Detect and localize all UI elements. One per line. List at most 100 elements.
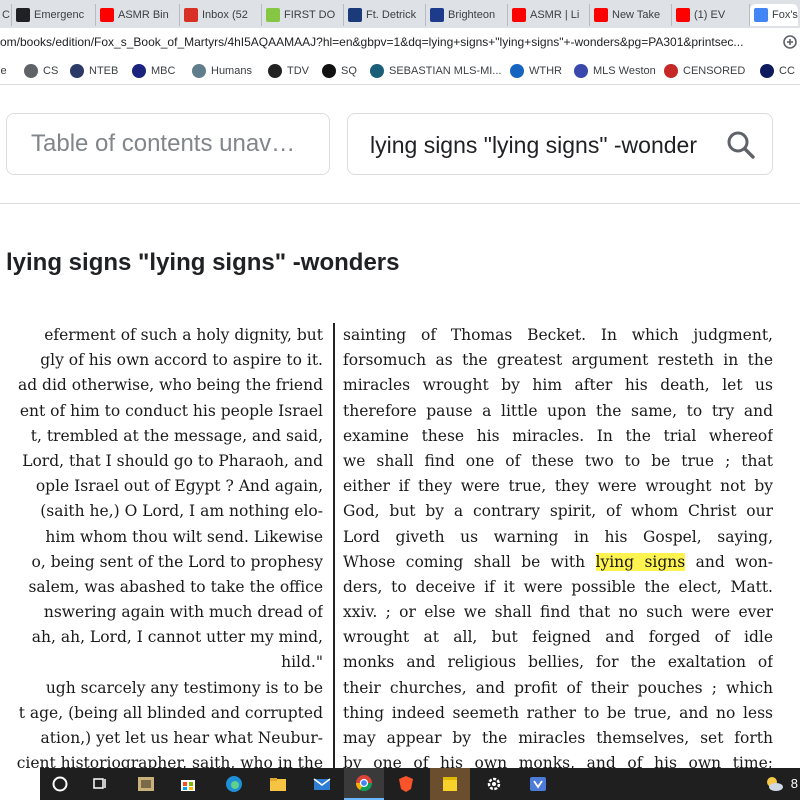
cc-icon <box>760 64 774 78</box>
bookmarks-bar: le CS NTEB MBC Humans TDV SQ SEBASTIAN MLS-MI..… <box>0 58 800 85</box>
text-segment: forsomuch as the greatest argument reste… <box>343 351 773 370</box>
bookmark-item[interactable]: Humans <box>192 62 252 80</box>
address-bar[interactable]: om/books/edition/Fox_s_Book_of_Martyrs/4… <box>0 28 800 58</box>
bookmark-item[interactable]: NTEB <box>70 62 118 80</box>
left-text-line: t, trembled at the message, and said, <box>30 426 323 445</box>
microsoft-store-icon[interactable] <box>168 768 208 800</box>
chrome-browser-icon[interactable] <box>344 768 384 800</box>
tab-title: FIRST DO <box>284 9 336 21</box>
bookmark-item[interactable]: MLS Weston <box>574 62 656 80</box>
browser-tab[interactable]: (1) EV <box>672 4 750 26</box>
task-view-icon[interactable] <box>80 768 120 800</box>
youtube-icon <box>594 8 608 22</box>
link-icon <box>24 64 38 78</box>
table-of-contents-dropdown[interactable]: Table of contents unav… <box>6 113 330 175</box>
text-segment: may appear by the miracles themselves, s… <box>343 729 773 747</box>
text-segment: God, but by a contrary spirit, of whom C… <box>343 502 773 521</box>
bookmark-label: MLS Weston <box>593 65 656 77</box>
right-text-line: therefore pause a little upon the same, … <box>343 399 773 424</box>
left-text-line: ople Israel out of Egypt ? And again, <box>35 477 323 496</box>
search-results-heading: lying signs "lying signs" -wonders <box>6 249 400 276</box>
book-page-view[interactable]: eferment of such a holy dignity, but gly … <box>0 323 800 768</box>
search-match-highlight[interactable]: lying signs <box>595 552 686 571</box>
left-text-line: gly of his own accord to aspire to it. <box>40 351 323 370</box>
visual-studio-icon[interactable] <box>518 768 558 800</box>
browser-tab[interactable]: Ft. Detrick <box>344 4 426 26</box>
s-icon <box>16 8 30 22</box>
weather-sun-cloud-icon[interactable] <box>754 768 794 800</box>
right-text-line: sainting of Thomas Becket. In which judg… <box>343 323 773 348</box>
brave-browser-icon[interactable] <box>386 768 426 800</box>
left-text-line: salem, was abashed to take the office <box>28 577 323 596</box>
text-segment: therefore pause a little upon the same, … <box>343 401 773 420</box>
sebastian-icon <box>370 64 384 78</box>
sticky-notes-icon[interactable] <box>430 768 470 800</box>
url-text[interactable]: om/books/edition/Fox_s_Book_of_Martyrs/4… <box>0 35 782 49</box>
youtube-icon <box>512 8 526 22</box>
browser-tab[interactable]: Brighteon <box>426 4 508 26</box>
search-input[interactable] <box>368 128 722 162</box>
left-text-line: cient historiographer, saith, who in the <box>16 754 323 768</box>
bookmark-item[interactable]: WTHR <box>510 62 562 80</box>
browser-tab[interactable]: FIRST DO <box>262 4 344 26</box>
left-text-line: him whom thou wilt send. Likewise <box>45 527 323 546</box>
browser-tab[interactable]: C <box>0 4 12 26</box>
left-text-line: eferment of such a holy dignity, but <box>44 326 323 344</box>
bookmark-item[interactable]: le <box>0 62 7 80</box>
bookmark-item[interactable]: MBC <box>132 62 175 80</box>
left-text-line: ation,) yet let us hear what Neubur- <box>40 729 323 747</box>
text-segment: ders, to deceive if it were possible the… <box>343 577 773 596</box>
bookmark-label: WTHR <box>529 65 562 77</box>
right-text-line: their churches, and profit of their pouc… <box>343 676 773 701</box>
censored-icon <box>664 64 678 78</box>
right-text-line: by one of his own monks, and of his own … <box>343 751 773 768</box>
news-icon <box>348 8 362 22</box>
edge-browser-icon[interactable] <box>214 768 254 800</box>
left-text-line: hild." <box>281 653 323 672</box>
bookmark-item[interactable]: SQ <box>322 62 357 80</box>
left-text-line: ah, ah, Lord, I cannot utter my mind, <box>31 628 323 647</box>
left-text-line: (saith he,) O Lord, I am nothing elo- <box>40 502 323 521</box>
settings-gear-icon[interactable] <box>474 768 514 800</box>
search-icon[interactable] <box>726 130 756 160</box>
text-segment: thing indeed seemeth rather to be true, … <box>343 703 773 722</box>
extension-icon[interactable] <box>782 34 798 50</box>
right-text-column: sainting of Thomas Becket. In which judg… <box>343 323 773 768</box>
text-segment: examine these his miracles. In the trial… <box>343 426 773 445</box>
browser-tab[interactable]: New Take <box>590 4 672 26</box>
mail-icon[interactable] <box>302 768 342 800</box>
right-text-line: either if they were true, they were wrou… <box>343 474 773 499</box>
bookmark-item[interactable]: CC <box>760 62 795 80</box>
right-text-line: God, but by a contrary spirit, of whom C… <box>343 499 773 524</box>
browser-tab[interactable]: ASMR | Li <box>508 4 590 26</box>
file-explorer-icon[interactable] <box>258 768 298 800</box>
bookmark-item[interactable]: SEBASTIAN MLS-MI... <box>370 62 501 80</box>
right-text-line: we shall find one of these two to be tru… <box>343 449 773 474</box>
bookmark-label: CC <box>779 65 795 77</box>
browser-tab[interactable]: Fox's <box>750 4 798 26</box>
bookmark-item[interactable]: CS <box>24 62 58 80</box>
text-segment: miracles wrought by him after his death,… <box>343 376 773 395</box>
text-segment: their churches, and profit of their pouc… <box>343 678 773 697</box>
left-text-line: Lord, that I should go to Pharaoh, and <box>22 451 323 470</box>
browser-tab[interactable]: Emergenc <box>12 4 96 26</box>
browser-tab[interactable]: Inbox (52 <box>180 4 262 26</box>
photos-app-icon[interactable] <box>126 768 166 800</box>
browser-tab[interactable]: ASMR Bin <box>96 4 180 26</box>
youtube-icon <box>100 8 114 22</box>
cross-icon <box>132 64 146 78</box>
start-area[interactable] <box>0 768 40 800</box>
search-in-book-box[interactable] <box>347 113 773 175</box>
bookmark-label: MBC <box>151 65 176 77</box>
text-segment: we shall find one of these two to be tru… <box>343 451 773 470</box>
cortana-icon[interactable] <box>40 768 80 800</box>
column-divider-rule <box>333 323 335 768</box>
left-text-line: ent of him to conduct his people Israel <box>19 401 323 420</box>
bookmark-item[interactable]: TDV <box>268 62 309 80</box>
text-segment: and won- <box>685 552 773 571</box>
bookmark-item[interactable]: CENSORED <box>664 62 745 80</box>
bookmark-label: SQ <box>341 65 357 77</box>
text-segment: wrought at all, but feigned and forged o… <box>343 628 773 647</box>
right-text-line: forsomuch as the greatest argument reste… <box>343 348 773 373</box>
tab-title: Inbox (52 <box>202 9 248 21</box>
